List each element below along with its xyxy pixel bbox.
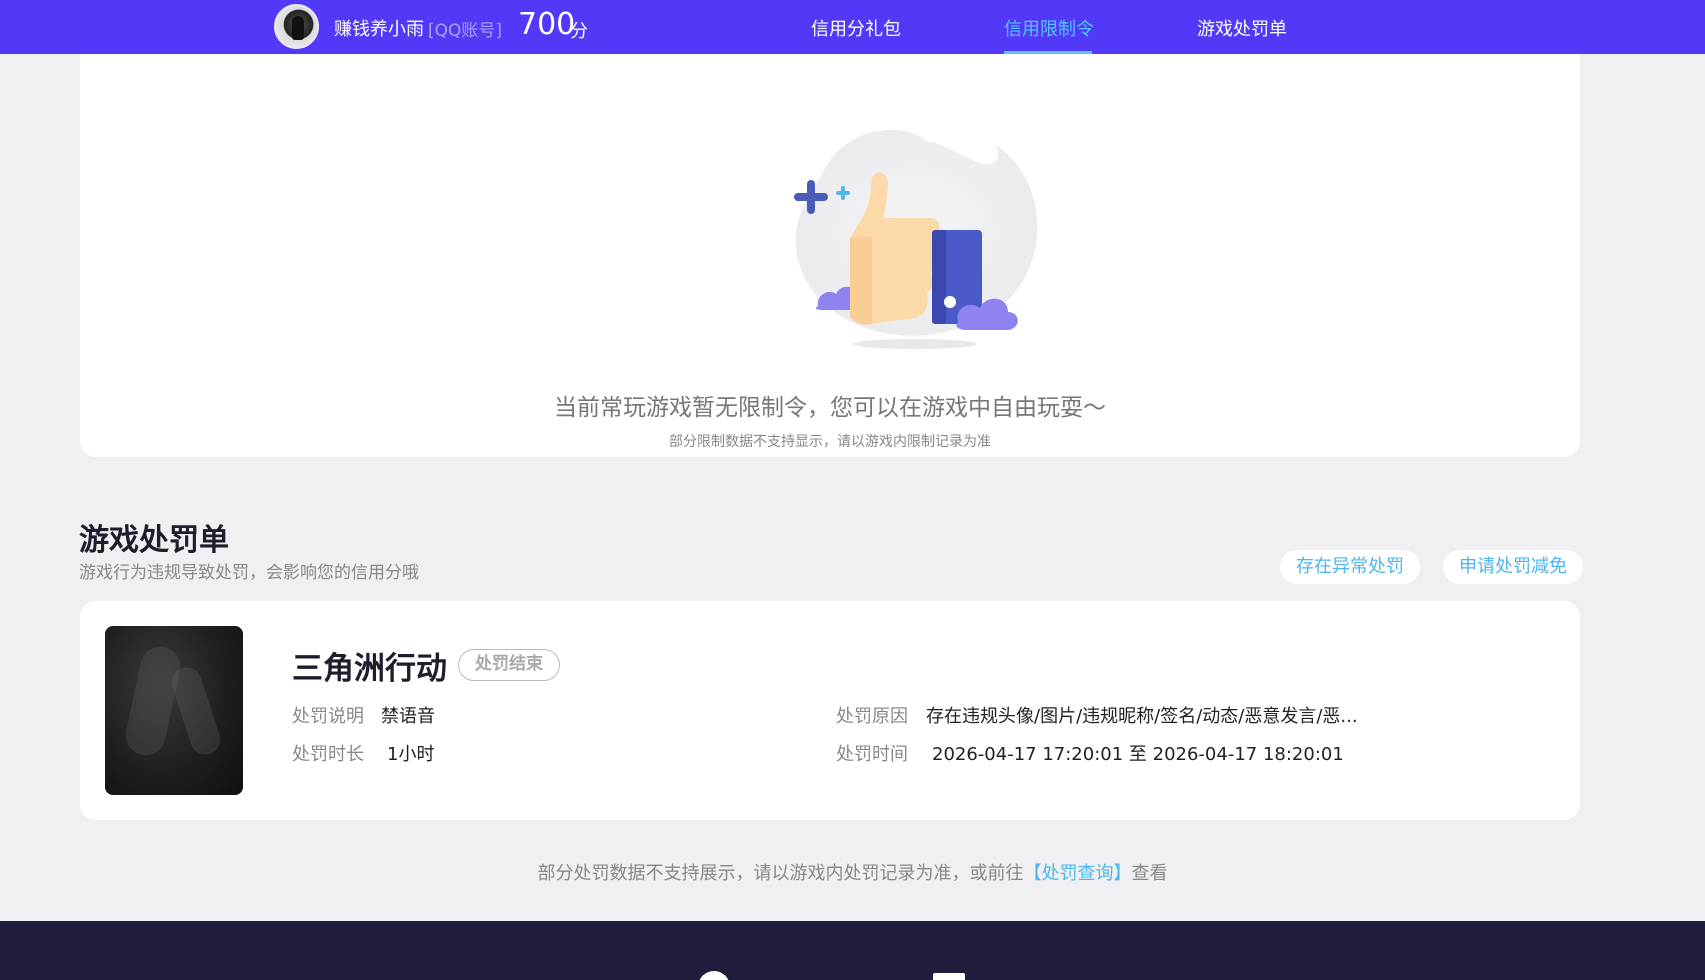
penalty-card: 三角洲行动 处罚结束 处罚说明 禁语音 处罚时长 1小时 处罚原因 存在违规头像… <box>80 601 1580 820</box>
section-title: 游戏处罚单 <box>79 523 229 558</box>
penalty-desc-value: 禁语音 <box>381 706 435 727</box>
credit-score-unit: 分 <box>570 21 588 42</box>
penalty-time-label: 处罚时间 <box>836 744 908 765</box>
game-name: 三角洲行动 <box>292 651 447 687</box>
penalty-desc-label: 处罚说明 <box>292 706 364 727</box>
tab-game-penalty[interactable]: 游戏处罚单 <box>1197 15 1287 41</box>
empty-state-title: 当前常玩游戏暂无限制令，您可以在游戏中自由玩耍～ <box>554 395 1106 421</box>
penalty-reason-label: 处罚原因 <box>836 706 908 727</box>
tab-credit-gift[interactable]: 信用分礼包 <box>811 15 901 41</box>
footer-note-suffix: 查看 <box>1131 863 1168 884</box>
account-type-tag: [QQ账号] <box>428 21 503 41</box>
footer-note: 部分处罚数据不支持展示，请以游戏内处罚记录为准，或前往【处罚查询】查看 <box>0 859 1705 885</box>
thumbs-up-icon <box>794 122 1038 349</box>
section-subtitle: 游戏行为违规导致处罚，会影响您的信用分哦 <box>79 563 419 583</box>
empty-state-subtitle: 部分限制数据不支持显示，请以游戏内限制记录为准 <box>669 434 991 450</box>
status-badge: 处罚结束 <box>458 649 560 681</box>
credit-score: 700 <box>518 7 576 42</box>
penalty-duration-value: 1小时 <box>387 744 435 765</box>
smiley-icon[interactable] <box>698 971 730 980</box>
avatar[interactable] <box>274 4 319 49</box>
penalty-duration-label: 处罚时长 <box>292 744 364 765</box>
username: 赚钱养小雨 <box>334 19 424 40</box>
top-nav-bar: 赚钱养小雨 [QQ账号] 700 分 信用分礼包 信用限制令 游戏处罚单 <box>0 0 1705 54</box>
restriction-card: 当前常玩游戏暂无限制令，您可以在游戏中自由玩耍～ 部分限制数据不支持显示，请以游… <box>80 54 1580 457</box>
bottom-bar <box>0 921 1705 980</box>
apply-reduction-button[interactable]: 申请处罚减免 <box>1443 550 1583 584</box>
game-cover-image <box>105 626 243 795</box>
penalty-query-link[interactable]: 【处罚查询】 <box>1024 863 1132 884</box>
tab-credit-restriction[interactable]: 信用限制令 <box>1004 15 1094 41</box>
abnormal-penalty-button[interactable]: 存在异常处罚 <box>1280 550 1420 584</box>
penalty-time-value: 2026-04-17 17:20:01 至 2026-04-17 18:20:0… <box>932 744 1344 765</box>
penalty-reason-value: 存在违规头像/图片/违规昵称/签名/动态/恶意发言/恶... <box>926 706 1358 727</box>
footer-note-text: 部分处罚数据不支持展示，请以游戏内处罚记录为准，或前往 <box>537 863 1024 884</box>
document-icon[interactable] <box>933 973 965 980</box>
